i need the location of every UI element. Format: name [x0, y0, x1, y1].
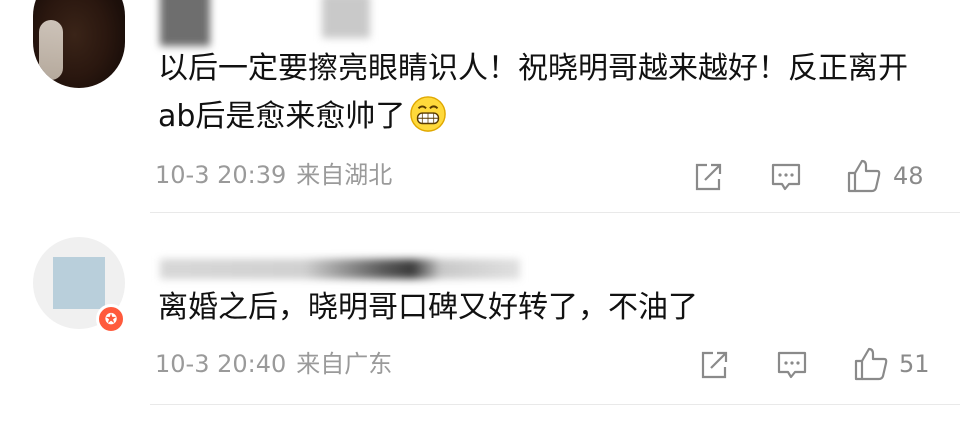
comment-date: 10-3 20:39	[155, 161, 287, 189]
avatar[interactable]	[33, 0, 125, 88]
username-blurred-part	[322, 0, 370, 38]
avatar-highlight	[39, 20, 63, 80]
comment-icon[interactable]	[770, 161, 802, 193]
comment-meta: 10-3 20:40 来自广东	[155, 349, 392, 379]
avatar-image	[53, 257, 105, 309]
like-count: 51	[899, 350, 930, 378]
username-blurred[interactable]	[160, 0, 210, 46]
share-icon[interactable]	[692, 161, 724, 193]
comment-item: 以后一定要擦亮眼睛识人！祝晓明哥越来越好！反正离开ab后是愈来愈帅了 10-3 …	[0, 0, 960, 212]
comment-item: ✪ 离婚之后，晓明哥口碑又好转了，不油了 10-3 20:40 来自广东 51	[0, 213, 960, 421]
comment-location: 来自广东	[296, 350, 393, 378]
comment-meta: 10-3 20:39 来自湖北	[155, 160, 392, 190]
thumbs-up-icon[interactable]	[853, 346, 889, 382]
verified-badge-icon: ✪	[96, 304, 126, 334]
comment-text-content: 以后一定要擦亮眼睛识人！祝晓明哥越来越好！反正离开ab后是愈来愈帅了	[158, 51, 908, 134]
like-count: 48	[893, 162, 924, 190]
divider	[150, 404, 960, 405]
share-icon[interactable]	[698, 349, 730, 381]
thumbs-up-icon[interactable]	[846, 158, 882, 194]
comment-text: 离婚之后，晓明哥口碑又好转了，不油了	[158, 290, 698, 325]
comment-text: 以后一定要擦亮眼睛识人！祝晓明哥越来越好！反正离开ab后是愈来愈帅了	[158, 45, 928, 141]
grinning-face-icon	[410, 96, 447, 132]
comment-date: 10-3 20:40	[155, 350, 287, 378]
comment-location: 来自湖北	[296, 161, 393, 189]
username-blurred[interactable]	[160, 259, 520, 279]
comment-icon[interactable]	[776, 349, 808, 381]
comment-list: 以后一定要擦亮眼睛识人！祝晓明哥越来越好！反正离开ab后是愈来愈帅了 10-3 …	[0, 0, 960, 421]
